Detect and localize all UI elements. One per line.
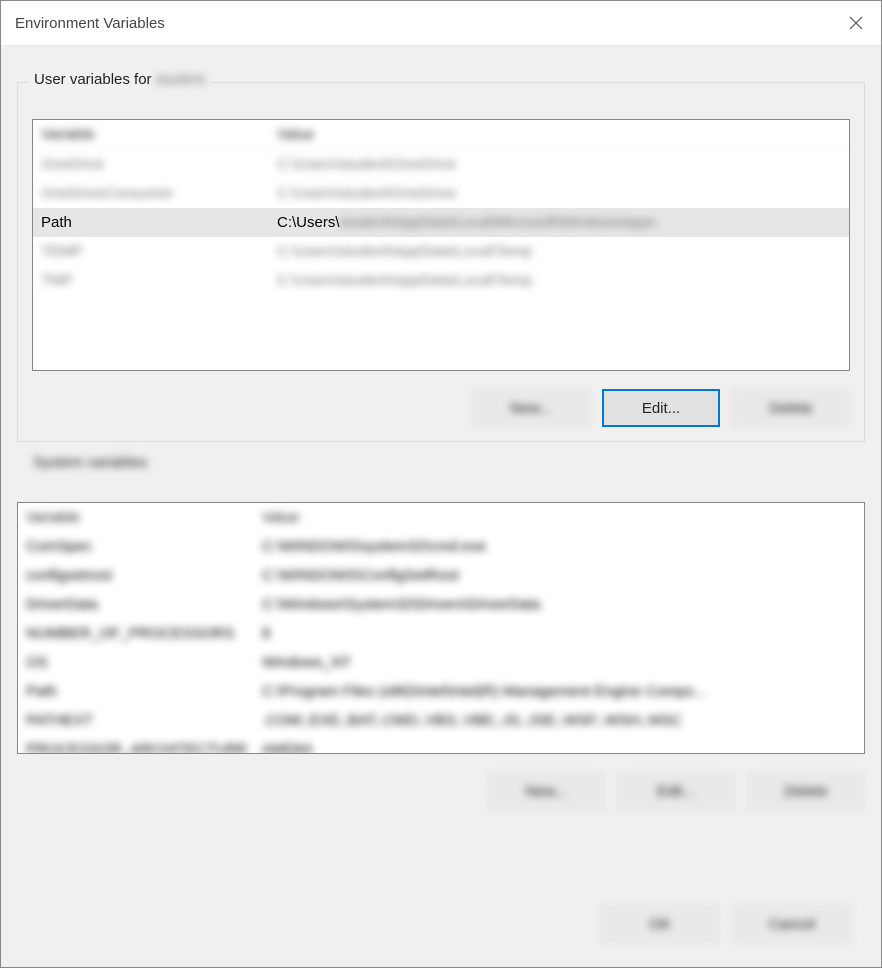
path-prefix: C:\Users\ xyxy=(277,214,340,231)
list-header: Variable Value xyxy=(33,120,849,150)
var-value: Windows_NT xyxy=(258,648,864,677)
system-variables-legend: System variables xyxy=(27,454,153,471)
var-value: 8 xyxy=(258,619,864,648)
var-name: ComSpec xyxy=(18,532,258,561)
var-value: C:\Users\student\OneDrive xyxy=(273,179,849,208)
var-name: configsetroot xyxy=(18,561,258,590)
var-name: PROCESSOR_ARCHITECTURE xyxy=(18,735,258,754)
list-item[interactable]: Path C:\Program Files (x86)\Intel\Intel(… xyxy=(18,677,864,706)
user-variables-legend-text: User variables for xyxy=(34,71,156,88)
list-item-path[interactable]: Path C:\Users\student\AppData\Local\Micr… xyxy=(33,208,849,237)
new-button[interactable]: New... xyxy=(487,772,605,810)
var-value: C:\WINDOWS\ConfigSetRoot xyxy=(258,561,864,590)
var-name: TMP xyxy=(33,266,273,295)
list-item[interactable]: ComSpec C:\WINDOWS\system32\cmd.exe xyxy=(18,532,864,561)
path-rest: student\AppData\Local\Microsoft\WindowsA… xyxy=(340,214,656,231)
window-title: Environment Variables xyxy=(1,15,831,32)
user-variables-list[interactable]: Variable Value OneDrive C:\Users\student… xyxy=(32,119,850,371)
new-button[interactable]: New... xyxy=(472,389,590,427)
titlebar: Environment Variables xyxy=(1,1,881,46)
var-value: C:\Users\student\OneDrive xyxy=(273,150,849,179)
cancel-button[interactable]: Cancel xyxy=(733,905,851,943)
var-value: .COM;.EXE;.BAT;.CMD;.VBS;.VBE;.JS;.JSE;.… xyxy=(258,706,864,735)
edit-button[interactable]: Edit... xyxy=(602,389,720,427)
list-item[interactable]: DriverData C:\Windows\System32\Drivers\D… xyxy=(18,590,864,619)
var-value: C:\Users\student\AppData\Local\Microsoft… xyxy=(273,208,849,237)
client-area: User variables for student Variable Valu… xyxy=(1,46,881,967)
header-variable: Variable xyxy=(18,503,258,532)
var-value: C:\Users\student\AppData\Local\Temp xyxy=(273,237,849,266)
var-value: C:\Program Files (x86)\Intel\Intel(R) Ma… xyxy=(258,677,864,706)
user-variables-username: student xyxy=(156,71,205,88)
var-name: Path xyxy=(33,208,273,237)
header-variable: Variable xyxy=(33,120,273,149)
list-header: Variable Value xyxy=(18,503,864,532)
var-name: OneDriveConsumer xyxy=(33,179,273,208)
list-item[interactable]: OneDrive C:\Users\student\OneDrive xyxy=(33,150,849,179)
system-buttons: New... Edit... Delete xyxy=(17,754,865,810)
var-name: DriverData xyxy=(18,590,258,619)
list-item[interactable]: NUMBER_OF_PROCESSORS 8 xyxy=(18,619,864,648)
dialog-buttons: OK Cancel xyxy=(601,905,851,943)
delete-button[interactable]: Delete xyxy=(747,772,865,810)
system-variables-group: System variables Variable Value ComSpec … xyxy=(17,466,865,824)
header-value: Value xyxy=(258,503,864,532)
delete-button[interactable]: Delete xyxy=(732,389,850,427)
user-variables-legend: User variables for student xyxy=(28,71,211,88)
list-item[interactable]: OS Windows_NT xyxy=(18,648,864,677)
edit-button[interactable]: Edit... xyxy=(617,772,735,810)
var-name: OneDrive xyxy=(33,150,273,179)
list-item[interactable]: PATHEXT .COM;.EXE;.BAT;.CMD;.VBS;.VBE;.J… xyxy=(18,706,864,735)
user-variables-group: User variables for student Variable Valu… xyxy=(17,82,865,442)
close-icon[interactable] xyxy=(831,1,881,45)
header-value: Value xyxy=(273,120,849,149)
list-item[interactable]: PROCESSOR_ARCHITECTURE AMD64 xyxy=(18,735,864,754)
var-name: NUMBER_OF_PROCESSORS xyxy=(18,619,258,648)
system-variables-list[interactable]: Variable Value ComSpec C:\WINDOWS\system… xyxy=(17,502,865,754)
var-name: PATHEXT xyxy=(18,706,258,735)
var-value: C:\WINDOWS\system32\cmd.exe xyxy=(258,532,864,561)
list-item[interactable]: configsetroot C:\WINDOWS\ConfigSetRoot xyxy=(18,561,864,590)
var-name: TEMP xyxy=(33,237,273,266)
var-name: OS xyxy=(18,648,258,677)
list-item[interactable]: TMP C:\Users\student\AppData\Local\Temp xyxy=(33,266,849,295)
list-item[interactable]: OneDriveConsumer C:\Users\student\OneDri… xyxy=(33,179,849,208)
user-buttons: New... Edit... Delete xyxy=(32,371,850,427)
var-value: C:\Users\student\AppData\Local\Temp xyxy=(273,266,849,295)
var-name: Path xyxy=(18,677,258,706)
ok-button[interactable]: OK xyxy=(601,905,719,943)
env-vars-window: Environment Variables User variables for… xyxy=(0,0,882,968)
list-item[interactable]: TEMP C:\Users\student\AppData\Local\Temp xyxy=(33,237,849,266)
var-value: C:\Windows\System32\Drivers\DriverData xyxy=(258,590,864,619)
var-value: AMD64 xyxy=(258,735,864,754)
